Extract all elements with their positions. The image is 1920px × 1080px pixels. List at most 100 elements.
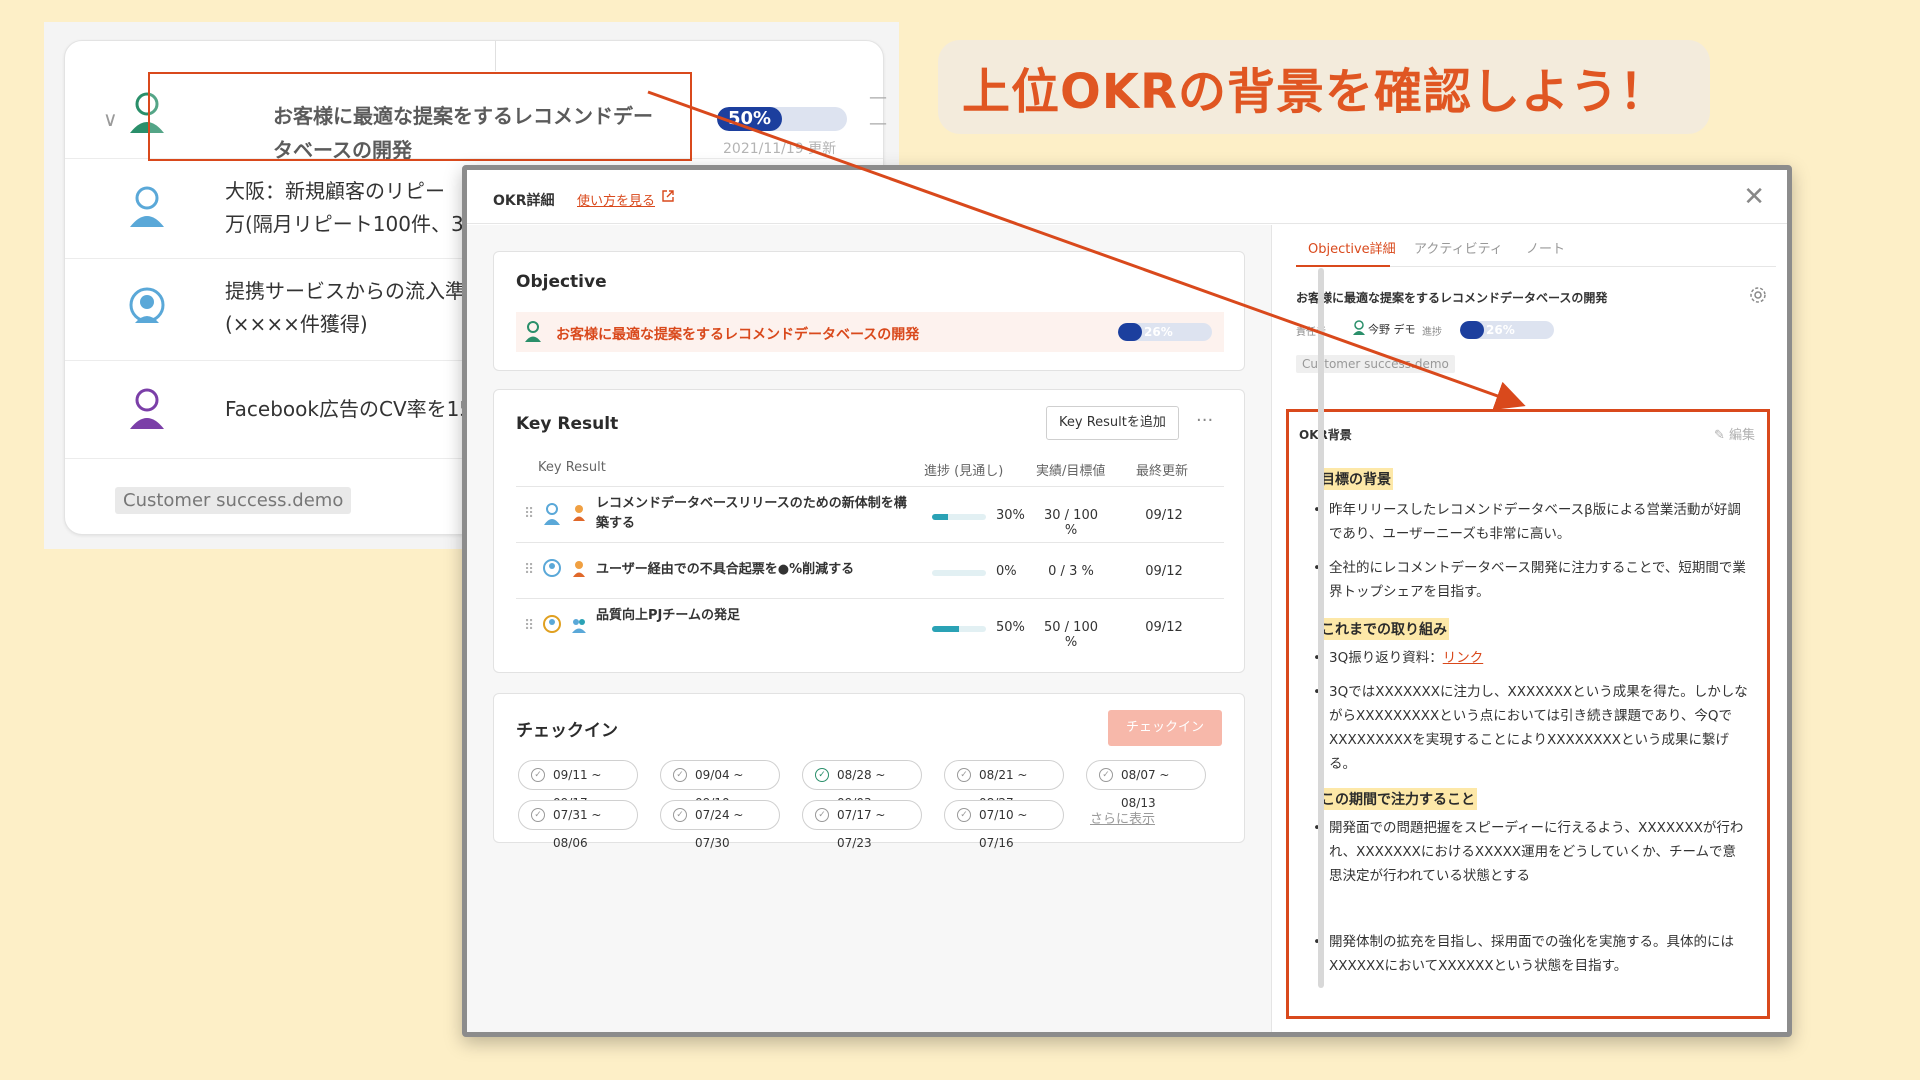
user-avatar-icon — [130, 388, 164, 429]
user-avatar-icon — [129, 287, 165, 323]
objective-text: お客様に最適な提案をするレコメンドデータベースの開発 — [556, 327, 920, 343]
modal-title: OKR詳細 — [493, 193, 555, 209]
bullet-text: 3QではXXXXXXXに注力し、XXXXXXXという成果を得た。しかしながらXX… — [1313, 680, 1749, 776]
column-header: 最終更新 — [1136, 464, 1189, 479]
section-title: チェックイン — [516, 721, 618, 741]
okr-item-title: Facebook広告のCV率を15 — [225, 397, 473, 421]
okr-item-title: 大阪：新規顧客のリピー 万(隔月リピート100件、3 — [225, 179, 464, 236]
last-updated: 09/12 — [1145, 508, 1183, 523]
person-orange-icon — [573, 505, 585, 521]
more-icon[interactable]: ··· — [1196, 410, 1213, 431]
modal-header: OKR詳細 使い方を見る ✕ — [467, 170, 1787, 224]
callout-text: 上位OKRの背景を確認しよう！ — [962, 64, 1668, 120]
divider — [516, 542, 1224, 543]
table-row[interactable]: ⠿ 品質向上PJチームの発足 50% 50 / 100 % 09/12 — [516, 600, 1224, 654]
left-pane: Objective お客様に最適な提案をするレコメンドデータベースの開発 26%… — [467, 225, 1271, 1032]
checkin-period-pill[interactable]: ✓08/28 ~ 09/03 — [802, 760, 922, 810]
column-header: 実績/目標値 — [1036, 464, 1106, 479]
divider — [516, 598, 1224, 599]
document-link[interactable]: リンク — [1443, 650, 1484, 666]
add-key-result-button[interactable]: Key Resultを追加 — [1046, 406, 1179, 440]
okr-item-title: 提携サービスからの流入準 (××××件獲得) — [225, 279, 465, 336]
active-tab-indicator — [1296, 265, 1390, 267]
objective-section: Objective お客様に最適な提案をするレコメンドデータベースの開発 26% — [493, 251, 1245, 371]
team-tag: Customer success.demo — [115, 487, 352, 514]
check-circle-icon: ✓ — [815, 768, 829, 782]
bullet-text: 全社的にレコメントデータベース開発に注力することで、短期間で業界トップシェアを目… — [1313, 556, 1749, 604]
check-circle-icon: ✓ — [673, 768, 687, 782]
howto-link[interactable]: 使い方を見る — [577, 190, 655, 209]
section-title: Objective — [516, 272, 607, 292]
person-orange-icon — [573, 561, 585, 577]
gear-icon[interactable] — [1748, 285, 1768, 305]
edit-button[interactable]: ✎ 編集 — [1714, 424, 1755, 443]
key-result-progress-bar — [932, 570, 986, 576]
heading-highlight: これまでの取り組み — [1319, 618, 1449, 640]
progress-percent: 30% — [996, 508, 1025, 523]
key-result-progress-bar — [932, 626, 986, 632]
progress-percent: 0% — [996, 564, 1017, 579]
section-title: Key Result — [516, 414, 619, 434]
team-icon — [572, 619, 586, 633]
dash-icon: — — [869, 113, 887, 134]
key-result-name: 品質向上PJチームの発足 — [596, 608, 740, 623]
checkin-period-pill[interactable]: ✓ 07/31 ~ 08/06 — [518, 800, 638, 850]
checkin-period-pill[interactable]: ✓09/11 ~ 09/17 — [518, 760, 638, 810]
okr-progress-bar: 50% — [717, 107, 847, 131]
check-circle-icon: ✓ — [957, 768, 971, 782]
last-updated: 09/12 — [1145, 564, 1183, 579]
tab-note[interactable]: ノート — [1526, 238, 1565, 257]
okr-detail-modal: OKR詳細 使い方を見る ✕ Objective お客様に最適な提案をするレコメ… — [462, 165, 1792, 1037]
progress-label: 進捗 — [1422, 327, 1442, 338]
owner-name: 今野 デモ — [1368, 323, 1416, 336]
checkin-period-pill[interactable]: ✓ 08/07 ~ 08/13 — [1086, 760, 1206, 810]
updated-date: 2021/11/19 更新 — [723, 141, 837, 157]
okr-background-title: OKR背景 — [1299, 428, 1352, 442]
tab-activity[interactable]: アクティビティ — [1414, 238, 1503, 257]
actual-target: 50 / 100 % — [1044, 620, 1098, 650]
key-result-name: ユーザー経由での不具合起票を●%削減する — [596, 562, 855, 577]
check-circle-icon: ✓ — [531, 808, 545, 822]
user-avatar-icon — [130, 186, 164, 227]
user-avatar-icon — [525, 321, 541, 342]
objective-row[interactable]: お客様に最適な提案をするレコメンドデータベースの開発 26% — [516, 312, 1224, 352]
scrollbar[interactable] — [1318, 268, 1324, 988]
drag-handle-icon[interactable]: ⠿ — [524, 562, 534, 578]
callout-banner: 上位OKRの背景を確認しよう！ — [938, 40, 1710, 134]
checkin-period-pill[interactable]: ✓08/21 ~ 08/27 — [944, 760, 1064, 810]
key-result-progress-bar — [932, 514, 986, 520]
bullet-text: 昨年リリースしたレコメンドデータベースβ版による営業活動が好調であり、ユーザーニ… — [1313, 498, 1749, 546]
show-more-link[interactable]: さらに表示 — [1090, 808, 1155, 827]
right-pane: Objective詳細 アクティビティ ノート お客様に最適な提案をするレコメン… — [1271, 225, 1787, 1032]
okr-background-box: OKR背景 ✎ 編集 目標の背景 昨年リリースしたレコメンドデータベースβ版によ… — [1286, 409, 1770, 1019]
checkin-button[interactable]: チェックイン — [1108, 710, 1222, 746]
key-result-name: レコメンドデータベースリリースのための新体制を構築する — [596, 496, 907, 531]
check-circle-icon: ✓ — [1099, 768, 1113, 782]
detail-tabs: Objective詳細 アクティビティ ノート — [1296, 225, 1776, 267]
checkin-period-pill[interactable]: ✓ 07/17 ~ 07/23 — [802, 800, 922, 850]
drag-handle-icon[interactable]: ⠿ — [524, 506, 534, 522]
table-row[interactable]: ⠿ ユーザー経由での不具合起票を●%削減する 0% 0 / 3 % 09/12 — [516, 544, 1224, 598]
key-result-section: Key Result Key Resultを追加 ··· Key Result … — [493, 389, 1245, 673]
tab-objective-detail[interactable]: Objective詳細 — [1308, 238, 1396, 257]
objective-progress-bar: 26% — [1460, 321, 1554, 339]
checkin-period-pill[interactable]: ✓09/04 ~ 09/10 — [660, 760, 780, 810]
objective-progress-bar: 26% — [1118, 323, 1212, 341]
column-header: Key Result — [538, 460, 606, 475]
checkin-section: チェックイン チェックイン ✓09/11 ~ 09/17 ✓09/04 ~ 09… — [493, 693, 1245, 850]
check-circle-icon: ✓ — [815, 808, 829, 822]
objective-title: お客様に最適な提案をするレコメンドデータベースの開発 — [1296, 291, 1608, 305]
column-header: 進捗 (見通し) — [924, 464, 1004, 479]
actual-target: 0 / 3 % — [1048, 564, 1094, 579]
checkin-period-pill[interactable]: ✓ 07/10 ~ 07/16 — [944, 800, 1064, 850]
user-avatar-icon — [544, 503, 560, 525]
external-link-icon[interactable] — [661, 189, 675, 203]
check-circle-icon: ✓ — [957, 808, 971, 822]
drag-handle-icon[interactable]: ⠿ — [524, 618, 534, 634]
check-circle-icon: ✓ — [673, 808, 687, 822]
user-avatar-icon — [543, 559, 561, 577]
table-row[interactable]: ⠿ レコメンドデータベースリリースのための新体制を構築する 30% 30 / 1… — [516, 488, 1224, 542]
checkin-period-pill[interactable]: ✓ 07/24 ~ 07/30 — [660, 800, 780, 850]
divider — [516, 486, 1224, 487]
close-icon[interactable]: ✕ — [1743, 182, 1765, 212]
